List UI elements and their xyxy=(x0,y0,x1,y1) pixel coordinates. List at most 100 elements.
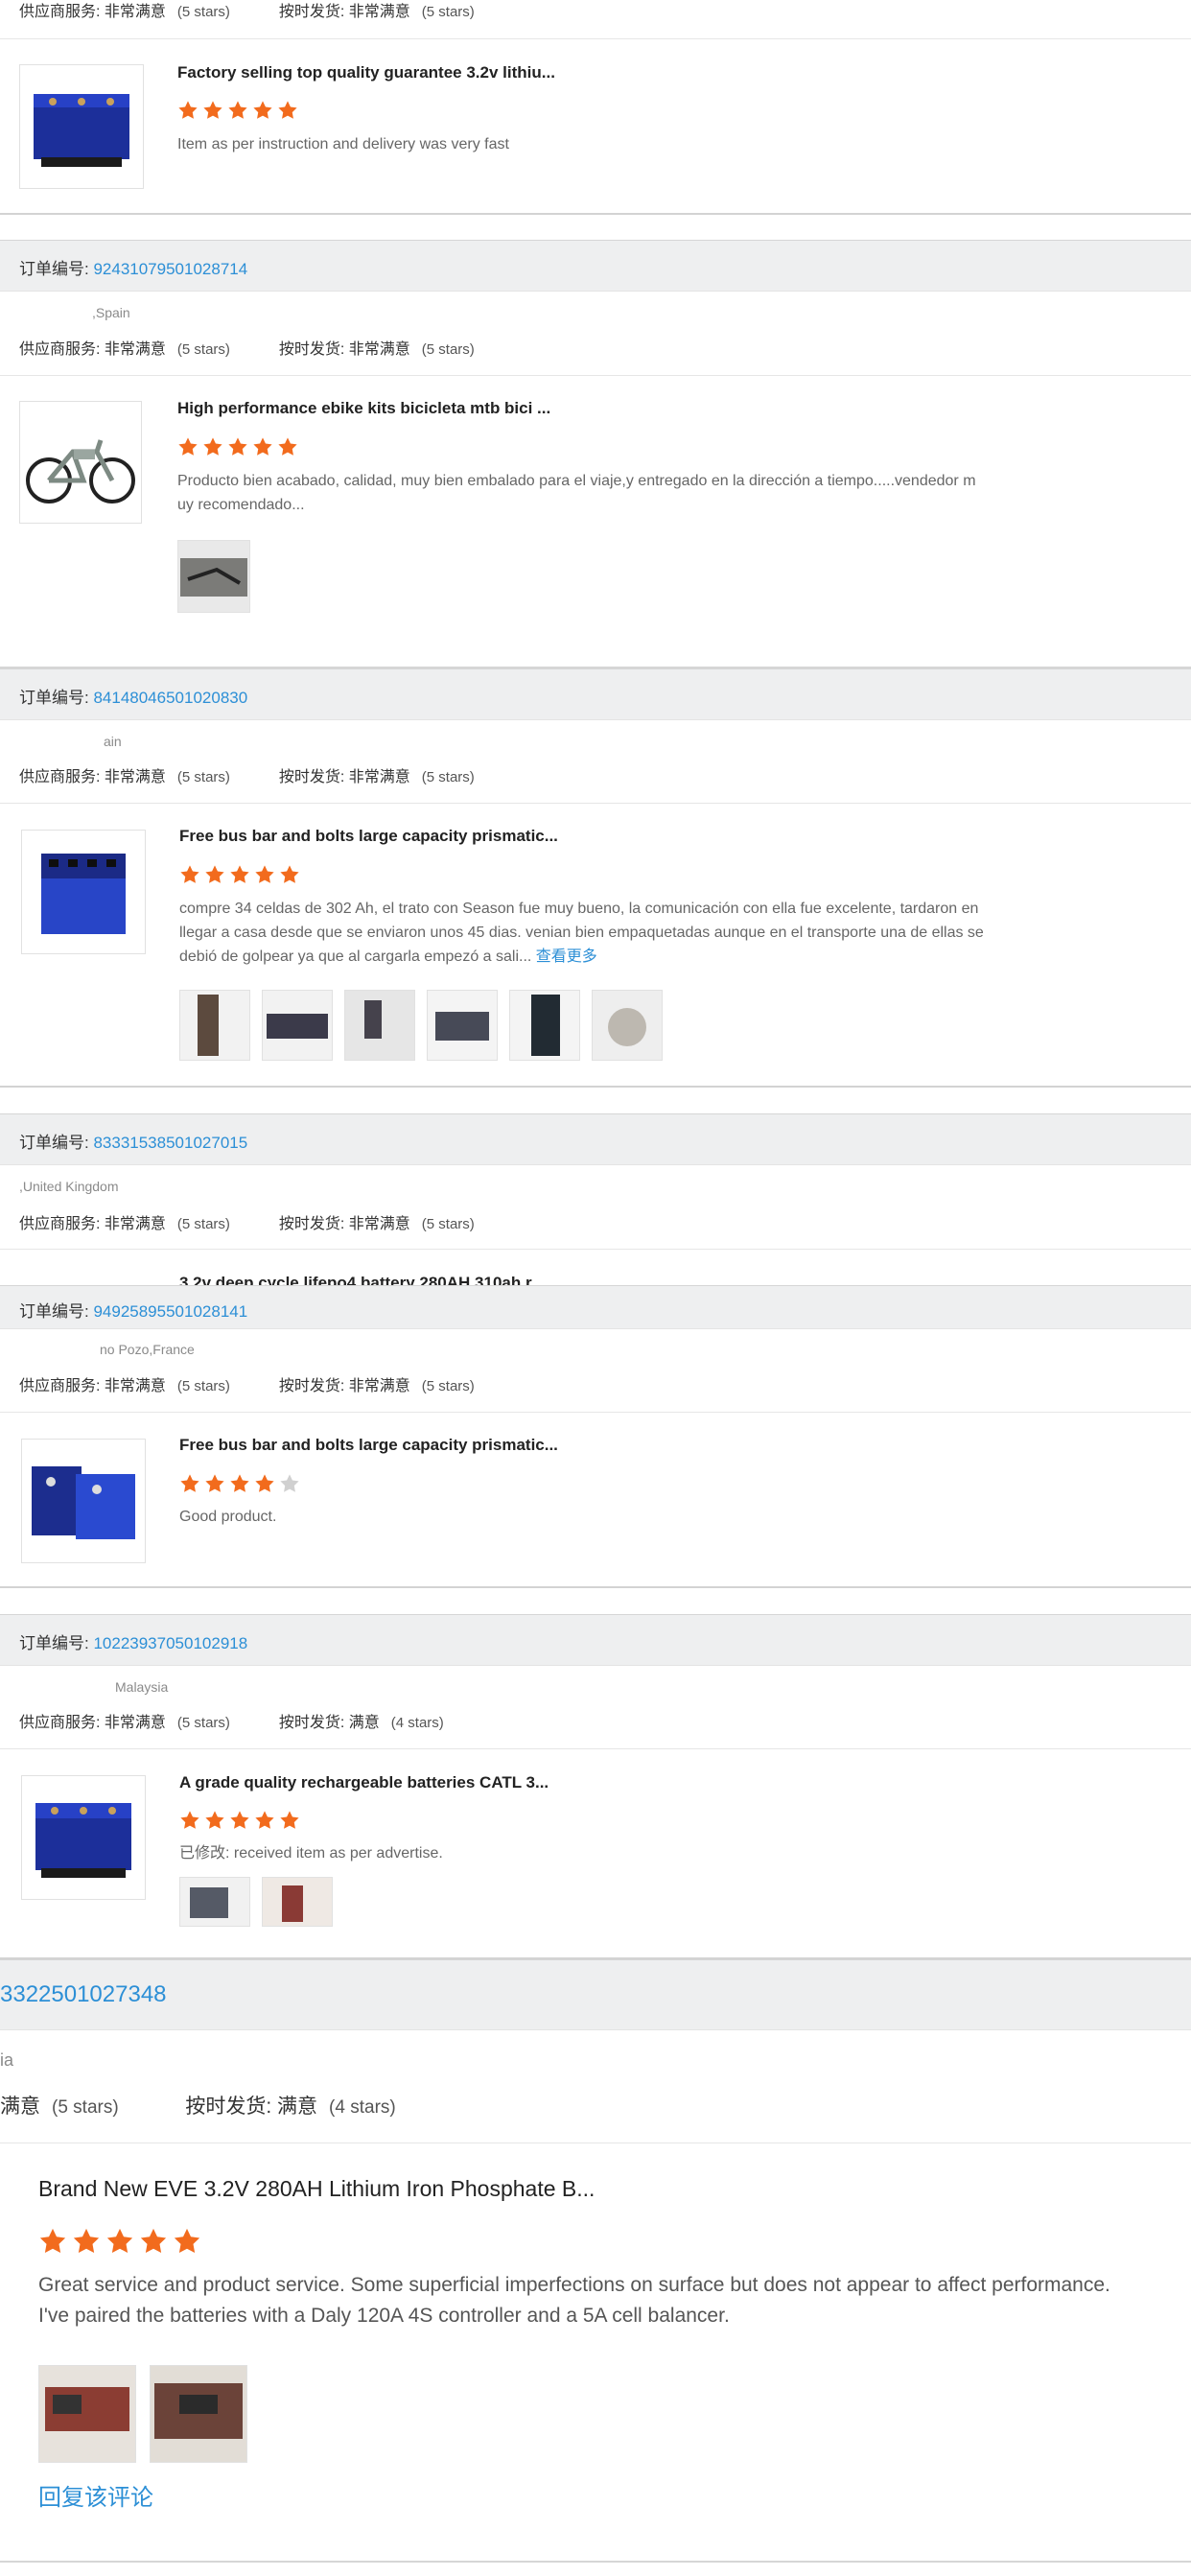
star-filled-icon xyxy=(203,101,222,119)
star-filled-icon xyxy=(228,101,247,119)
review-photo[interactable] xyxy=(344,990,415,1061)
order-number: 订单编号: 94925895501028141 xyxy=(19,1302,248,1321)
buyer-location: ia xyxy=(0,2050,14,2070)
star-rating xyxy=(177,436,302,459)
supplier-service-stars: (5 stars) xyxy=(176,4,230,20)
order-header: 订单编号: 94925895501028141 xyxy=(0,1285,1191,1329)
product-title[interactable]: Free bus bar and bolts large capacity pr… xyxy=(179,1436,558,1455)
product-thumbnail[interactable] xyxy=(21,1439,146,1563)
reply-to-review-link[interactable]: 回复该评论 xyxy=(38,2478,153,2512)
divider xyxy=(0,375,1191,376)
product-thumbnail[interactable] xyxy=(21,830,146,954)
review-photo[interactable] xyxy=(592,990,663,1061)
star-filled-icon xyxy=(280,865,299,883)
star-filled-icon xyxy=(205,865,224,883)
review-photo[interactable] xyxy=(427,990,498,1061)
divider xyxy=(0,38,1191,39)
review-photo[interactable] xyxy=(262,990,333,1061)
order-number-link[interactable]: 10223937050102918 xyxy=(93,1634,247,1652)
review-photo[interactable] xyxy=(150,2365,247,2463)
order-number-link[interactable]: 83331538501027015 xyxy=(93,1134,247,1152)
star-rating xyxy=(38,2227,206,2258)
ebike-image xyxy=(26,439,135,503)
star-filled-icon xyxy=(255,1474,274,1492)
review-photo[interactable] xyxy=(177,540,250,613)
product-thumbnail[interactable] xyxy=(19,401,142,524)
star-filled-icon xyxy=(178,101,198,119)
review-text: compre 34 celdas de 302 Ah, el trato con… xyxy=(179,901,984,965)
service-ratings: 供应商服务: 非常满意 (5 stars) 按时发货: 非常满意 (5 stars) xyxy=(19,1378,475,1394)
section-separator xyxy=(0,213,1191,215)
star-filled-icon xyxy=(230,865,249,883)
product-title[interactable]: Free bus bar and bolts large capacity pr… xyxy=(179,827,558,846)
supplier-service-value: 非常满意 xyxy=(104,4,166,20)
star-rating xyxy=(179,1473,304,1496)
order-number-link[interactable]: 84148046501020830 xyxy=(93,689,247,707)
order-number-link[interactable]: 94925895501028141 xyxy=(93,1302,247,1321)
review-photo[interactable] xyxy=(179,990,250,1061)
battery-image xyxy=(41,854,126,934)
order-header: 订单编号: 84148046501020830 xyxy=(0,668,1191,720)
order-number: 订单编号: 92431079501028714 xyxy=(19,260,248,278)
star-filled-icon xyxy=(228,437,247,456)
buyer-location: ,United Kingdom xyxy=(19,1179,119,1194)
order-header: 订单编号: 10223937050102918 xyxy=(0,1614,1191,1666)
review-photo[interactable] xyxy=(509,990,580,1061)
divider xyxy=(0,803,1191,804)
star-rating xyxy=(179,1810,304,1833)
star-filled-icon xyxy=(255,1811,274,1829)
order-number: 订单编号: 83331538501027015 xyxy=(19,1134,248,1152)
buyer-location: ,Spain xyxy=(92,305,130,320)
star-rating xyxy=(179,864,304,887)
star-filled-icon xyxy=(205,1811,224,1829)
star-filled-icon xyxy=(180,865,199,883)
star-filled-icon xyxy=(255,865,274,883)
section-separator xyxy=(0,2561,1191,2563)
review-photo[interactable] xyxy=(38,2365,136,2463)
divider xyxy=(0,1412,1191,1413)
section-separator xyxy=(0,1086,1191,1088)
review-text: Producto bien acabado, calidad, muy bien… xyxy=(177,473,976,513)
section-separator xyxy=(0,1586,1191,1588)
review-text: 已修改: received item as per advertise. xyxy=(179,1845,443,1862)
product-title[interactable]: High performance ebike kits bicicleta mt… xyxy=(177,399,550,418)
star-filled-icon xyxy=(178,437,198,456)
product-title[interactable]: Factory selling top quality guarantee 3.… xyxy=(177,63,555,82)
supplier-service-row: 供应商服务: 非常满意 (5 stars) 按时发货: 非常满意 (5 stars) xyxy=(19,0,475,21)
star-empty-icon xyxy=(280,1474,299,1492)
divider xyxy=(0,1249,1191,1250)
supplier-service-label: 供应商服务: xyxy=(19,4,105,20)
see-more-link[interactable]: 查看更多 xyxy=(536,948,597,965)
review-text: Good product. xyxy=(179,1509,277,1525)
review-photo[interactable] xyxy=(179,1877,250,1927)
star-filled-icon xyxy=(205,1474,224,1492)
star-filled-icon xyxy=(106,2228,133,2253)
delivery-label: 按时发货: xyxy=(278,4,349,20)
buyer-location: ain xyxy=(104,734,122,749)
star-filled-icon xyxy=(73,2228,100,2253)
service-ratings: 满意非常满意(5 stars) 按时发货: 满意(4 stars) xyxy=(0,2096,396,2118)
product-title[interactable]: Brand New EVE 3.2V 280AH Lithium Iron Ph… xyxy=(38,2176,595,2202)
review-photo[interactable] xyxy=(262,1877,333,1927)
order-number-link[interactable]: 3322501027348 xyxy=(0,1981,167,2007)
star-filled-icon xyxy=(230,1811,249,1829)
order-number-link[interactable]: 92431079501028714 xyxy=(93,260,247,278)
order-header: 3322501027348 xyxy=(0,1959,1191,2030)
star-filled-icon xyxy=(180,1811,199,1829)
star-filled-icon xyxy=(203,437,222,456)
star-filled-icon xyxy=(280,1811,299,1829)
review-text: Item as per instruction and delivery was… xyxy=(177,136,509,152)
buyer-location: no Pozo,France xyxy=(100,1342,195,1357)
product-thumbnail[interactable] xyxy=(19,64,144,189)
battery-image xyxy=(35,1803,131,1878)
product-thumbnail[interactable] xyxy=(21,1775,146,1900)
star-filled-icon xyxy=(180,1474,199,1492)
divider xyxy=(0,1748,1191,1749)
star-filled-icon xyxy=(278,101,297,119)
order-number: 订单编号: 10223937050102918 xyxy=(19,1634,248,1652)
battery-image xyxy=(32,1466,135,1539)
delivery-value: 非常满意 xyxy=(348,4,410,20)
review-text: Great service and product service. Some … xyxy=(38,2274,1110,2327)
order-number: 订单编号: 84148046501020830 xyxy=(19,689,248,707)
product-title[interactable]: A grade quality rechargeable batteries C… xyxy=(179,1773,549,1792)
